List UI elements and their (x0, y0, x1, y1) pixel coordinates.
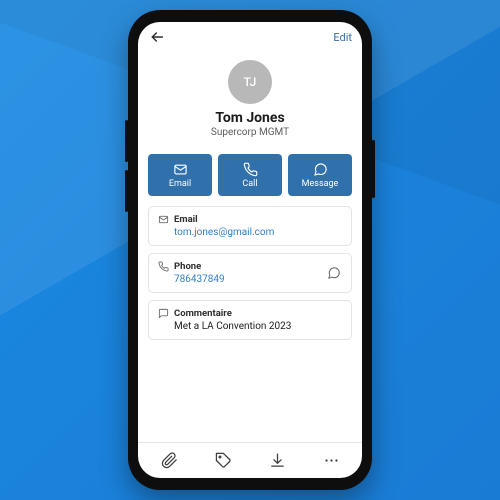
call-action-label: Call (242, 179, 257, 189)
contact-name: Tom Jones (148, 110, 352, 126)
comment-field-label: Commentaire (174, 308, 232, 319)
action-row: Email Call Message (148, 154, 352, 196)
email-icon (172, 161, 188, 177)
download-icon (269, 452, 286, 469)
comment-field-value: Met a LA Convention 2023 (174, 321, 343, 332)
bottom-nav (138, 442, 362, 478)
phone-field-label: Phone (174, 261, 201, 272)
top-bar: Edit (138, 22, 362, 52)
paperclip-icon (161, 452, 178, 469)
message-action-button[interactable]: Message (288, 154, 352, 196)
message-icon (312, 161, 328, 177)
arrow-left-icon (149, 29, 165, 45)
phone-icon (242, 161, 258, 177)
screen: Edit TJ Tom Jones Supercorp MGMT Email (138, 22, 362, 478)
phone-field-value[interactable]: 786437849 (174, 274, 343, 285)
tag-icon (215, 452, 232, 469)
content-area: TJ Tom Jones Supercorp MGMT Email Call (138, 52, 362, 442)
email-field-value[interactable]: tom.jones@gmail.com (174, 227, 343, 238)
email-small-icon (157, 213, 169, 225)
avatar: TJ (228, 60, 272, 104)
email-action-button[interactable]: Email (148, 154, 212, 196)
more-horizontal-icon (323, 452, 340, 469)
phone-frame: Edit TJ Tom Jones Supercorp MGMT Email (128, 10, 372, 490)
phone-message-button[interactable] (325, 264, 343, 282)
phone-card: Phone 786437849 (148, 253, 352, 293)
phone-small-icon (157, 260, 169, 272)
back-button[interactable] (148, 28, 166, 46)
edit-button[interactable]: Edit (333, 31, 352, 44)
email-action-label: Email (169, 179, 191, 189)
profile-header: TJ Tom Jones Supercorp MGMT (148, 58, 352, 146)
call-action-button[interactable]: Call (218, 154, 282, 196)
nav-more-button[interactable] (311, 447, 351, 475)
nav-download-button[interactable] (257, 447, 297, 475)
message-action-label: Message (302, 179, 339, 189)
chat-bubble-icon (327, 266, 341, 280)
email-field-label: Email (174, 214, 198, 225)
email-card: Email tom.jones@gmail.com (148, 206, 352, 246)
contact-company: Supercorp MGMT (148, 127, 352, 138)
comment-small-icon (157, 307, 169, 319)
comment-card: Commentaire Met a LA Convention 2023 (148, 300, 352, 340)
nav-attach-button[interactable] (149, 447, 189, 475)
nav-tag-button[interactable] (203, 447, 243, 475)
